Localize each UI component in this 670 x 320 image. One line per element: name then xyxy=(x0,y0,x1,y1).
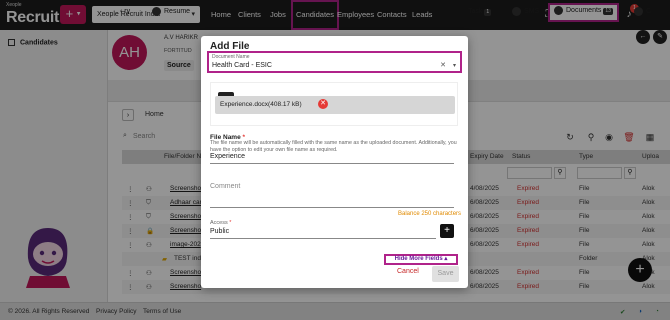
access-label: Access * xyxy=(210,220,231,226)
file-name-input[interactable]: Experience xyxy=(210,153,245,160)
cancel-button[interactable]: Cancel xyxy=(397,268,419,275)
file-name-help: The file name will be automatically fill… xyxy=(210,140,457,153)
remove-file-icon[interactable]: ✕ xyxy=(318,99,328,109)
chevron-up-icon: ▴ xyxy=(444,256,448,262)
comment-textarea[interactable]: Comment xyxy=(210,183,240,190)
document-name-label: Document Name xyxy=(212,54,250,60)
clear-icon[interactable]: ✕ xyxy=(440,61,446,69)
chevron-down-icon[interactable]: ▾ xyxy=(453,62,456,69)
uploaded-file-name: Experience.docx(408.17 kB) xyxy=(220,101,302,108)
comment-underline xyxy=(210,207,454,208)
required-mark: * xyxy=(229,220,232,226)
add-file-dialog: Add File Document Name Health Card - ESI… xyxy=(201,36,468,288)
file-name-underline xyxy=(210,163,454,164)
add-access-button[interactable]: + xyxy=(440,224,454,238)
hide-more-label: Hide More Fields xyxy=(394,256,443,262)
hide-more-fields-button[interactable]: Hide More Fields ▴ xyxy=(384,254,458,265)
access-underline xyxy=(210,238,436,239)
document-name-value: Health Card - ESIC xyxy=(212,62,272,69)
save-button[interactable]: Save xyxy=(432,266,459,282)
character-balance: Balance 250 characters xyxy=(398,211,462,217)
access-select[interactable]: Public xyxy=(210,228,229,235)
access-label-text: Access xyxy=(210,220,228,226)
document-name-select[interactable]: Document Name Health Card - ESIC ✕ ▾ xyxy=(207,51,462,73)
